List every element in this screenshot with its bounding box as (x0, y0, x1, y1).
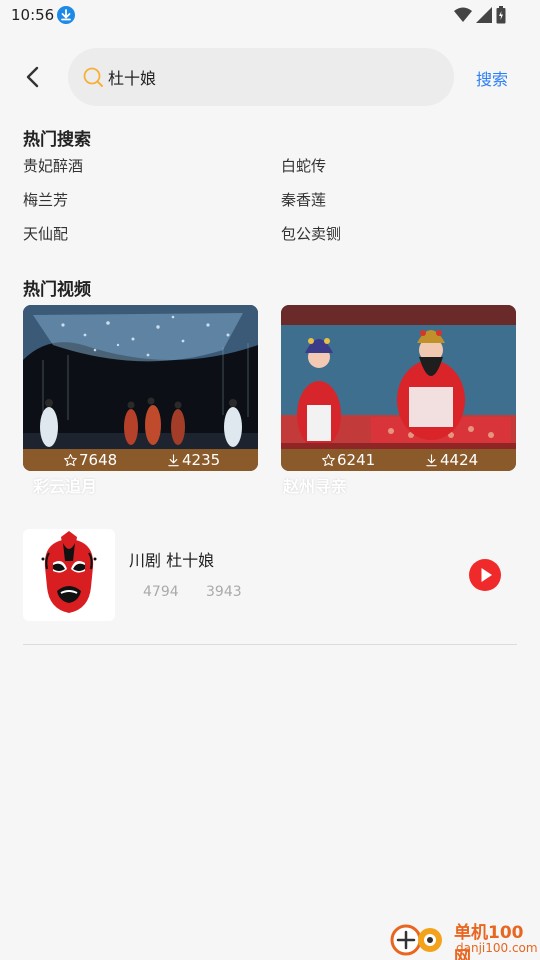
list-divider (23, 644, 517, 645)
status-icons (454, 6, 506, 24)
search-button[interactable]: 搜索 (476, 66, 508, 90)
hot-search-item[interactable]: 天仙配 (23, 223, 68, 244)
download-notification-icon (57, 6, 75, 24)
result-downloads-count: 3943 (206, 584, 242, 600)
site-watermark: 单机100网 danji100.com (390, 916, 540, 960)
downloads-count: 4235 (182, 451, 221, 469)
search-page: 10:56 杜十娘 搜索 热门搜索 贵妃醉酒 白蛇传 梅兰芳 秦香莲 天仙配 包… (0, 0, 540, 960)
downloads-count: 4424 (440, 451, 479, 469)
video-title[interactable]: 彩云追月 (33, 473, 97, 497)
star-icon (322, 453, 335, 466)
video-thumbnail (281, 305, 516, 471)
video-thumbnail (23, 305, 258, 471)
video-stats-bar: 7648 4235 (23, 449, 258, 471)
likes-count: 6241 (337, 451, 376, 469)
downloads-stat: 4424 (424, 451, 478, 469)
hot-search-item[interactable]: 包公卖铡 (281, 223, 341, 244)
status-bar: 10:56 (0, 0, 540, 32)
wifi-icon (454, 7, 472, 22)
watermark-logo-icon (390, 924, 442, 956)
play-button[interactable] (469, 559, 501, 591)
video-card[interactable]: 7648 4235 (23, 305, 258, 471)
opera-mask-thumbnail (23, 529, 115, 621)
hot-search-item[interactable]: 梅兰芳 (23, 189, 68, 210)
video-stats-bar: 6241 4424 (281, 449, 516, 471)
status-time: 10:56 (11, 6, 55, 24)
hot-search-item[interactable]: 秦香莲 (281, 189, 326, 210)
battery-icon (496, 6, 506, 24)
hot-search-item[interactable]: 白蛇传 (281, 155, 326, 176)
result-list-item[interactable]: 川剧 杜十娘 4794 3943 (23, 529, 517, 621)
opera-mask-icon (41, 531, 97, 613)
downloads-stat: 4235 (166, 451, 220, 469)
play-icon (481, 568, 492, 582)
download-icon (426, 453, 437, 466)
hot-videos-title: 热门视频 (23, 280, 91, 300)
hot-search-title: 热门搜索 (23, 130, 91, 150)
search-icon (83, 67, 103, 87)
result-likes-count: 4794 (143, 584, 179, 600)
video-card[interactable]: 6241 4424 (281, 305, 516, 471)
watermark-domain: danji100.com (456, 941, 538, 955)
video-title[interactable]: 赵州寻亲 (283, 473, 347, 497)
likes-count: 7648 (79, 451, 118, 469)
likes-stat: 7648 (63, 451, 117, 469)
hot-search-item[interactable]: 贵妃醉酒 (23, 155, 83, 176)
star-icon (64, 453, 77, 466)
search-box[interactable] (68, 48, 454, 106)
search-input[interactable] (108, 65, 428, 89)
back-button[interactable] (18, 62, 48, 92)
chevron-left-icon (26, 66, 39, 88)
result-title: 川剧 杜十娘 (129, 551, 215, 570)
signal-icon (476, 7, 492, 23)
likes-stat: 6241 (321, 451, 375, 469)
download-icon (168, 453, 179, 466)
